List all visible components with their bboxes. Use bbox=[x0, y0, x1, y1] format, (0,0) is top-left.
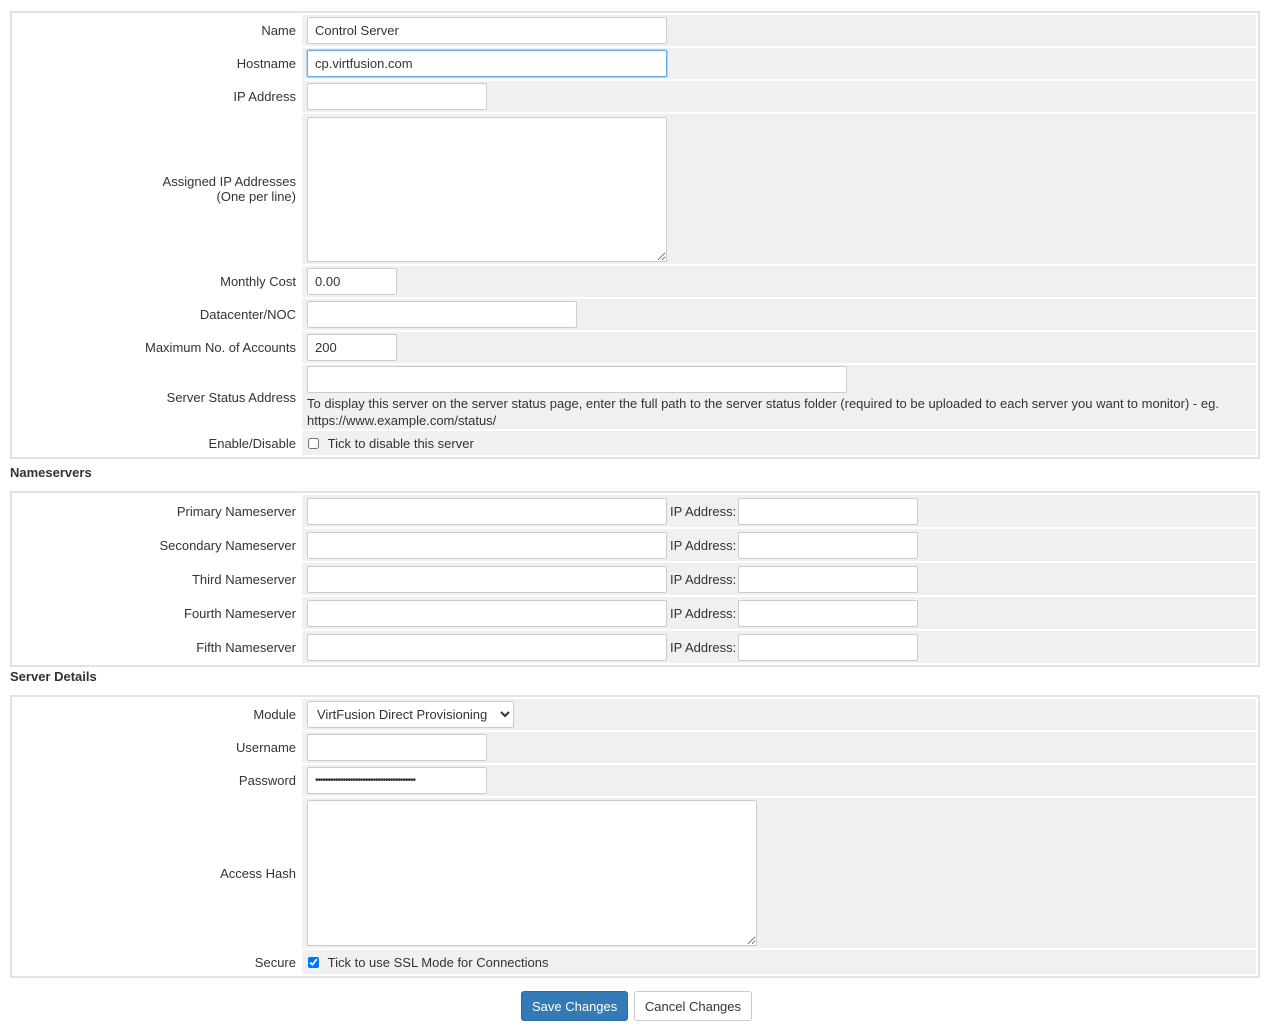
datacenter-row: Datacenter/NOC bbox=[14, 299, 1256, 330]
form-actions: Save Changes Cancel Changes bbox=[0, 991, 1273, 1021]
name-label: Name bbox=[14, 15, 302, 46]
primary-nameserver-ip-input[interactable] bbox=[738, 497, 919, 525]
ip-address-label: IP Address bbox=[14, 81, 302, 112]
nameserver-row-secondary: Secondary Nameserver IP Address: bbox=[14, 529, 1256, 561]
fifth-nameserver-input[interactable] bbox=[307, 633, 667, 661]
ip-address-input[interactable] bbox=[307, 83, 487, 110]
secondary-nameserver-ip-label: IP Address: bbox=[670, 537, 737, 553]
third-nameserver-label: Third Nameserver bbox=[14, 563, 302, 595]
name-row: Name bbox=[14, 15, 1256, 46]
third-nameserver-ip-label: IP Address: bbox=[670, 571, 737, 587]
username-label: Username bbox=[14, 732, 302, 763]
hostname-label: Hostname bbox=[14, 48, 302, 79]
status-address-help: To display this server on the server sta… bbox=[307, 395, 1219, 428]
enable-disable-label: Enable/Disable bbox=[14, 431, 302, 455]
monthly-cost-input[interactable] bbox=[307, 268, 397, 295]
third-nameserver-input[interactable] bbox=[307, 565, 667, 593]
secondary-nameserver-input[interactable] bbox=[307, 531, 667, 559]
secondary-nameserver-ip-input[interactable] bbox=[738, 531, 919, 559]
nameserver-row-fourth: Fourth Nameserver IP Address: bbox=[14, 597, 1256, 629]
cancel-changes-button[interactable]: Cancel Changes bbox=[633, 991, 753, 1021]
access-hash-label: Access Hash bbox=[14, 798, 302, 948]
primary-nameserver-ip-label: IP Address: bbox=[670, 503, 737, 519]
server-details-table: Module VirtFusion Direct Provisioning Us… bbox=[10, 695, 1260, 978]
max-accounts-label: Maximum No. of Accounts bbox=[14, 332, 302, 363]
assigned-ips-label: Assigned IP Addresses (One per line) bbox=[14, 114, 302, 264]
username-row: Username bbox=[14, 732, 1256, 763]
secure-label: Secure bbox=[14, 950, 302, 974]
assigned-ips-label-line1: Assigned IP Addresses bbox=[162, 174, 296, 189]
general-settings-table: Name Hostname IP Address Assigned IP Add… bbox=[10, 11, 1260, 459]
secure-row: Secure Tick to use SSL Mode for Connecti… bbox=[14, 950, 1256, 974]
password-row: Password bbox=[14, 765, 1256, 796]
fourth-nameserver-input[interactable] bbox=[307, 599, 667, 627]
fifth-nameserver-ip-input[interactable] bbox=[738, 633, 919, 661]
access-hash-row: Access Hash bbox=[14, 798, 1256, 948]
max-accounts-input[interactable] bbox=[307, 334, 397, 361]
nameservers-section-title: Nameservers bbox=[10, 465, 92, 480]
fourth-nameserver-ip-label: IP Address: bbox=[670, 605, 737, 621]
fourth-nameserver-ip-input[interactable] bbox=[738, 599, 919, 627]
nameserver-row-fifth: Fifth Nameserver IP Address: bbox=[14, 631, 1256, 663]
secondary-nameserver-label: Secondary Nameserver bbox=[14, 529, 302, 561]
third-nameserver-ip-input[interactable] bbox=[738, 565, 919, 593]
assigned-ips-row: Assigned IP Addresses (One per line) bbox=[14, 114, 1256, 264]
password-label: Password bbox=[14, 765, 302, 796]
ip-address-row: IP Address bbox=[14, 81, 1256, 112]
server-edit-page: Name Hostname IP Address Assigned IP Add… bbox=[0, 0, 1273, 1034]
module-select[interactable]: VirtFusion Direct Provisioning bbox=[307, 701, 514, 728]
fifth-nameserver-ip-label: IP Address: bbox=[670, 639, 737, 655]
datacenter-label: Datacenter/NOC bbox=[14, 299, 302, 330]
datacenter-input[interactable] bbox=[307, 301, 577, 328]
fifth-nameserver-label: Fifth Nameserver bbox=[14, 631, 302, 663]
max-accounts-row: Maximum No. of Accounts bbox=[14, 332, 1256, 363]
monthly-cost-label: Monthly Cost bbox=[14, 266, 302, 297]
ssl-mode-checkbox-label: Tick to use SSL Mode for Connections bbox=[327, 955, 549, 971]
status-address-row: Server Status Address To display this se… bbox=[14, 365, 1256, 429]
disable-server-checkbox-label: Tick to disable this server bbox=[327, 436, 474, 452]
primary-nameserver-label: Primary Nameserver bbox=[14, 495, 302, 527]
monthly-cost-row: Monthly Cost bbox=[14, 266, 1256, 297]
password-input[interactable] bbox=[307, 767, 487, 794]
primary-nameserver-input[interactable] bbox=[307, 497, 667, 525]
assigned-ips-textarea[interactable] bbox=[307, 116, 667, 262]
name-input[interactable] bbox=[307, 17, 667, 44]
assigned-ips-label-line2: (One per line) bbox=[216, 189, 296, 204]
save-changes-button[interactable]: Save Changes bbox=[520, 991, 629, 1021]
ssl-mode-option[interactable]: Tick to use SSL Mode for Connections bbox=[307, 954, 549, 971]
fourth-nameserver-label: Fourth Nameserver bbox=[14, 597, 302, 629]
status-address-label: Server Status Address bbox=[14, 365, 302, 429]
enable-disable-row: Enable/Disable Tick to disable this serv… bbox=[14, 431, 1256, 455]
module-label: Module bbox=[14, 699, 302, 730]
nameserver-row-third: Third Nameserver IP Address: bbox=[14, 563, 1256, 595]
nameserver-row-primary: Primary Nameserver IP Address: bbox=[14, 495, 1256, 527]
disable-server-checkbox[interactable] bbox=[308, 438, 319, 450]
access-hash-textarea[interactable] bbox=[307, 800, 757, 946]
status-address-input[interactable] bbox=[307, 365, 847, 393]
hostname-row: Hostname bbox=[14, 48, 1256, 79]
username-input[interactable] bbox=[307, 734, 487, 761]
hostname-input[interactable] bbox=[307, 50, 667, 77]
disable-server-option[interactable]: Tick to disable this server bbox=[307, 435, 474, 452]
ssl-mode-checkbox[interactable] bbox=[308, 957, 319, 969]
server-details-section-title: Server Details bbox=[10, 669, 97, 684]
nameservers-table: Primary Nameserver IP Address: Secondary… bbox=[10, 491, 1260, 667]
module-row: Module VirtFusion Direct Provisioning bbox=[14, 699, 1256, 730]
